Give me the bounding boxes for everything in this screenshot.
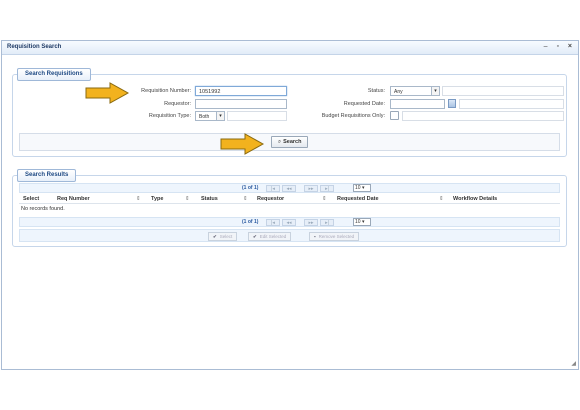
- calendar-icon[interactable]: [448, 99, 456, 108]
- remove-selected-button[interactable]: ▪ Remove Selected: [309, 232, 360, 241]
- sort-icon[interactable]: ⇕: [136, 196, 141, 202]
- sort-icon[interactable]: ⇕: [439, 196, 444, 202]
- budget-only-spacer: [402, 111, 564, 121]
- chevron-down-icon: ▾: [431, 87, 439, 95]
- chevron-down-icon: ▾: [216, 112, 224, 120]
- requisition-type-spacer: [227, 111, 287, 121]
- sort-icon[interactable]: ⇕: [322, 196, 327, 202]
- status-label: Status:: [367, 88, 385, 94]
- edit-selected-button[interactable]: ✔ Edit Selected: [248, 232, 292, 241]
- first-page-icon[interactable]: |◂: [266, 219, 280, 226]
- search-button-bar: ⌕ Search: [19, 133, 560, 151]
- column-header-workflow-details: Workflow Details: [453, 196, 498, 202]
- trash-icon: ▪: [314, 234, 316, 239]
- status-select[interactable]: Any ▾: [390, 86, 440, 96]
- select-button[interactable]: ✔ Select: [208, 232, 238, 241]
- close-icon[interactable]: ×: [568, 43, 574, 50]
- requisition-type-select[interactable]: Both ▾: [195, 111, 225, 121]
- column-header-req-number[interactable]: Req Number: [57, 196, 90, 202]
- window-titlebar[interactable]: Requisition Search – ▫ ×: [2, 41, 578, 55]
- prev-page-icon[interactable]: ◂◂: [282, 219, 296, 226]
- empty-message: No records found.: [21, 206, 65, 212]
- sort-icon[interactable]: ⇕: [185, 196, 190, 202]
- column-header-status[interactable]: Status: [201, 196, 218, 202]
- requisition-number-field[interactable]: 1051992: [195, 86, 287, 96]
- page-count: (1 of 1): [242, 219, 259, 225]
- budget-only-label: Budget Requisitions Only:: [321, 113, 385, 119]
- status-spacer: [442, 86, 564, 96]
- arrow-to-search-button: [220, 133, 265, 155]
- last-page-icon[interactable]: ▸|: [320, 219, 334, 226]
- edit-selected-label: Edit Selected: [259, 234, 287, 239]
- requestor-field[interactable]: [195, 99, 287, 109]
- requested-date-spacer: [459, 99, 564, 109]
- column-header-requestor[interactable]: Requestor: [257, 196, 284, 202]
- page-size-value: 10: [355, 185, 361, 191]
- requested-date-label: Requested Date:: [343, 101, 385, 107]
- search-button[interactable]: ⌕ Search: [271, 136, 309, 148]
- next-page-icon[interactable]: ▸▸: [304, 219, 318, 226]
- results-table-header: Select Req Number ⇕ Type ⇕ Status ⇕ Requ…: [19, 195, 560, 204]
- requisition-number-label: Requisition Number:: [141, 88, 191, 94]
- check-icon: ✔: [213, 234, 217, 239]
- resize-handle-icon[interactable]: ◢: [571, 360, 576, 367]
- search-results-tab[interactable]: Search Results: [17, 169, 77, 182]
- requisition-number-value: 1051992: [199, 89, 221, 95]
- search-results-panel: Search Results (1 of 1) |◂ ◂◂ ▸▸ ▸| 10 ▾…: [12, 169, 567, 247]
- column-header-requested-date[interactable]: Requested Date: [337, 196, 379, 202]
- arrow-to-requisition-number: [85, 82, 130, 104]
- window-controls: – ▫ ×: [541, 43, 574, 50]
- last-page-icon[interactable]: ▸|: [320, 185, 334, 192]
- check-icon: ✔: [253, 234, 257, 239]
- search-icon: ⌕: [278, 139, 282, 145]
- requestor-label: Requestor:: [164, 101, 191, 107]
- window-title: Requisition Search: [7, 44, 62, 50]
- page-size-select[interactable]: 10 ▾: [353, 184, 371, 192]
- next-page-icon[interactable]: ▸▸: [304, 185, 318, 192]
- status-value: Any: [394, 89, 403, 95]
- column-header-select: Select: [23, 196, 40, 202]
- search-button-label: Search: [283, 139, 302, 145]
- page-count: (1 of 1): [242, 185, 259, 191]
- page-size-value: 10: [355, 219, 361, 225]
- sort-icon[interactable]: ⇕: [243, 196, 248, 202]
- top-pager: (1 of 1) |◂ ◂◂ ▸▸ ▸| 10 ▾: [19, 183, 560, 193]
- first-page-icon[interactable]: |◂: [266, 185, 280, 192]
- search-requisitions-tab[interactable]: Search Requisitions: [17, 68, 91, 81]
- minimize-icon[interactable]: –: [544, 43, 550, 50]
- requested-date-field[interactable]: [390, 99, 445, 109]
- column-header-type[interactable]: Type: [151, 196, 163, 202]
- remove-selected-label: Remove Selected: [318, 234, 355, 239]
- select-button-label: Select: [219, 234, 233, 239]
- requisition-type-value: Both: [199, 114, 210, 120]
- budget-only-checkbox[interactable]: [390, 111, 399, 120]
- requisition-type-label: Requisition Type:: [148, 113, 191, 119]
- page-size-select[interactable]: 10 ▾: [353, 218, 371, 226]
- prev-page-icon[interactable]: ◂◂: [282, 185, 296, 192]
- bottom-pager: (1 of 1) |◂ ◂◂ ▸▸ ▸| 10 ▾: [19, 217, 560, 227]
- results-action-bar: ✔ Select ✔ Edit Selected ▪ Remove Selected: [19, 229, 560, 242]
- restore-icon[interactable]: ▫: [556, 43, 560, 50]
